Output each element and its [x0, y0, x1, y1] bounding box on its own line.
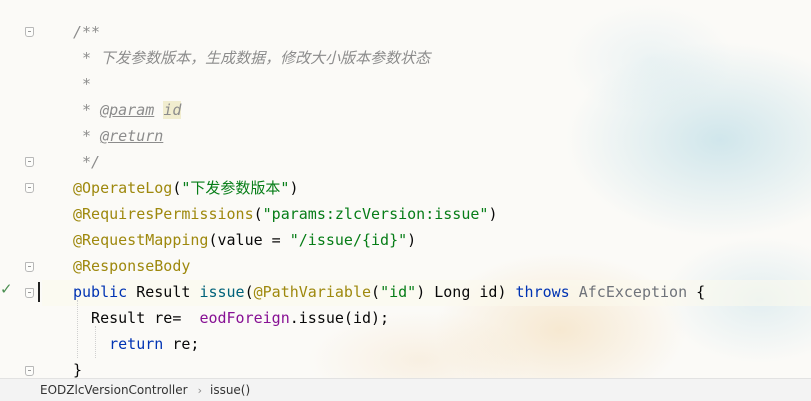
- code-token: ): [488, 205, 498, 223]
- fold-marker-icon: [25, 366, 34, 376]
- code-token: }: [73, 361, 83, 379]
- code-token: * 下发参数版本，生成数据，修改大小版本参数状态: [73, 49, 431, 67]
- code-token: @RequestMapping: [73, 231, 209, 249]
- code-token: ): [289, 179, 299, 197]
- code-token: @OperateLog: [73, 179, 173, 197]
- breadcrumb-method[interactable]: issue(): [210, 383, 250, 397]
- fold-marker-icon: [25, 262, 34, 272]
- breadcrumb-separator-icon: ›: [197, 383, 202, 397]
- code-token: throws: [515, 283, 579, 301]
- code-editor[interactable]: /** * 下发参数版本，生成数据，修改大小版本参数状态 * * @param …: [73, 19, 705, 383]
- code-token: .issue(id);: [289, 309, 390, 327]
- fold-marker-icon: [25, 183, 34, 193]
- code-token: /**: [73, 23, 101, 41]
- code-token: re;: [172, 335, 200, 353]
- code-line[interactable]: @OperateLog("下发参数版本"): [73, 175, 705, 201]
- code-line[interactable]: Result re= eodForeign.issue(id);: [73, 305, 705, 331]
- code-token: @param: [100, 101, 155, 119]
- check-icon: ✓: [0, 280, 13, 298]
- code-token: "id": [380, 283, 417, 301]
- code-token: "params:zlcVersion:issue": [262, 205, 489, 223]
- code-token: (value =: [208, 231, 290, 249]
- code-token: public: [73, 283, 137, 301]
- breadcrumb-class[interactable]: EODZlcVersionController: [40, 383, 188, 397]
- code-token: eodForeign: [199, 309, 290, 327]
- code-line[interactable]: *: [73, 71, 705, 97]
- editor-gutter[interactable]: ✓: [0, 0, 42, 378]
- code-token: @ResponseBody: [73, 257, 191, 275]
- code-token: (: [371, 283, 381, 301]
- code-token: @return: [100, 127, 164, 145]
- code-token: *: [73, 127, 101, 145]
- code-token: "/issue/{id}": [289, 231, 408, 249]
- code-token: ) Long id): [416, 283, 516, 301]
- fold-toggle-icon[interactable]: [25, 288, 34, 298]
- code-line[interactable]: @RequestMapping(value = "/issue/{id}"): [73, 227, 705, 253]
- code-token: @RequiresPermissions: [73, 205, 254, 223]
- code-line[interactable]: * 下发参数版本，生成数据，修改大小版本参数状态: [73, 45, 705, 71]
- code-token: (: [253, 205, 263, 223]
- code-line[interactable]: public Result issue(@PathVariable("id") …: [73, 279, 705, 305]
- breadcrumb: EODZlcVersionController › issue(): [0, 378, 811, 401]
- code-line[interactable]: */: [73, 149, 705, 175]
- code-token: Result: [136, 283, 200, 301]
- code-token: (: [244, 283, 254, 301]
- code-token: id: [163, 101, 182, 119]
- code-token: ): [407, 231, 417, 249]
- code-line[interactable]: @RequiresPermissions("params:zlcVersion:…: [73, 201, 705, 227]
- code-token: @PathVariable: [253, 283, 372, 301]
- code-line[interactable]: * @return: [73, 123, 705, 149]
- code-line[interactable]: /**: [73, 19, 705, 45]
- fold-toggle-icon[interactable]: [25, 157, 34, 167]
- code-token: AfcException: [578, 283, 697, 301]
- code-token: return: [109, 335, 173, 353]
- code-token: Result re=: [73, 309, 200, 327]
- code-token: *: [73, 101, 101, 119]
- code-line[interactable]: @ResponseBody: [73, 253, 705, 279]
- code-token: issue: [199, 283, 245, 301]
- code-token: {: [696, 283, 706, 301]
- fold-toggle-icon[interactable]: [25, 27, 34, 37]
- code-token: */: [73, 153, 101, 171]
- code-token: "下发参数版本": [181, 179, 290, 197]
- code-line[interactable]: * @param id: [73, 97, 705, 123]
- code-line[interactable]: return re;: [73, 331, 705, 357]
- code-token: *: [73, 75, 92, 93]
